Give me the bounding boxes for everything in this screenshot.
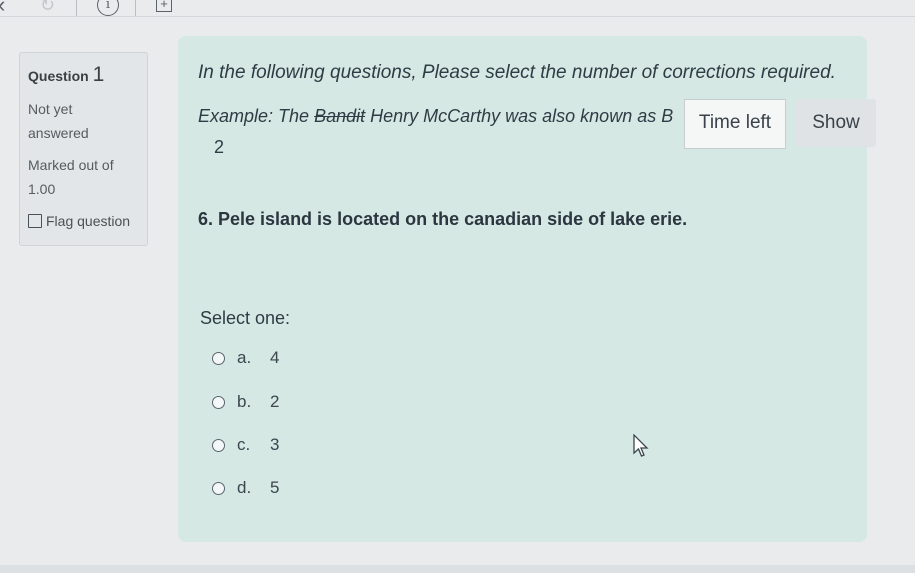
marked-line-1: Marked out of — [28, 157, 114, 173]
question-info-panel: Question 1 Not yet answered Marked out o… — [19, 52, 148, 246]
status-line-1: Not yet — [28, 101, 73, 117]
option-value: 4 — [270, 348, 280, 367]
question-heading: Question 1 — [28, 63, 104, 87]
option-c[interactable]: c. 3 — [212, 435, 279, 455]
reload-icon[interactable]: ↻ — [40, 0, 55, 16]
example-struck-word: Bandit — [314, 106, 366, 126]
option-a[interactable]: a. 4 — [212, 348, 279, 368]
marked-line-2: 1.00 — [28, 181, 56, 197]
option-letter: d. — [237, 478, 252, 497]
radio-button[interactable] — [212, 438, 225, 452]
chevron-left-icon[interactable]: ‹ — [0, 0, 5, 16]
option-letter: c. — [237, 435, 251, 454]
bottom-strip — [0, 565, 915, 573]
browser-toolbar: ‹ ↻ i + — [0, 0, 915, 22]
option-d[interactable]: d. 5 — [212, 478, 279, 498]
show-timer-button[interactable]: Show — [796, 99, 876, 147]
option-value: 2 — [270, 392, 280, 411]
example-text: Example: The Bandit Henry McCarthy was a… — [198, 106, 688, 127]
radio-button[interactable] — [212, 395, 225, 409]
toolbar-bottom-line — [0, 16, 915, 17]
option-value: 3 — [270, 435, 280, 454]
option-letter: a. — [237, 348, 252, 367]
example-prefix: Example: The — [198, 106, 315, 126]
question-text: 6. Pele island is located on the canadia… — [198, 209, 688, 229]
toolbar-divider — [76, 0, 77, 16]
option-value: 5 — [270, 478, 280, 497]
toolbar-divider — [135, 0, 136, 16]
radio-button[interactable] — [212, 481, 225, 495]
question-grade: Marked out of 1.00 — [28, 153, 143, 201]
radio-button[interactable] — [212, 351, 225, 365]
status-line-2: answered — [28, 125, 89, 141]
flag-question-button[interactable]: Flag question — [28, 213, 130, 229]
select-one-label: Select one: — [200, 308, 291, 328]
example-suffix: Henry McCarthy was also known as B — [365, 106, 674, 126]
plus-box-icon[interactable]: + — [156, 0, 172, 12]
mouse-cursor-icon — [633, 434, 649, 457]
question-status: Not yet answered — [28, 97, 143, 145]
option-letter: b. — [237, 392, 252, 411]
flag-question-label: Flag question — [46, 213, 131, 229]
question-label: Question — [28, 68, 89, 84]
info-icon[interactable]: i — [97, 0, 119, 16]
example-answer: 2 — [214, 137, 225, 157]
question-number: 1 — [92, 63, 105, 86]
time-left-box: Time left — [684, 99, 786, 149]
option-b[interactable]: b. 2 — [212, 392, 279, 412]
instruction-text: In the following questions, Please selec… — [198, 62, 836, 83]
flag-icon — [28, 214, 42, 228]
